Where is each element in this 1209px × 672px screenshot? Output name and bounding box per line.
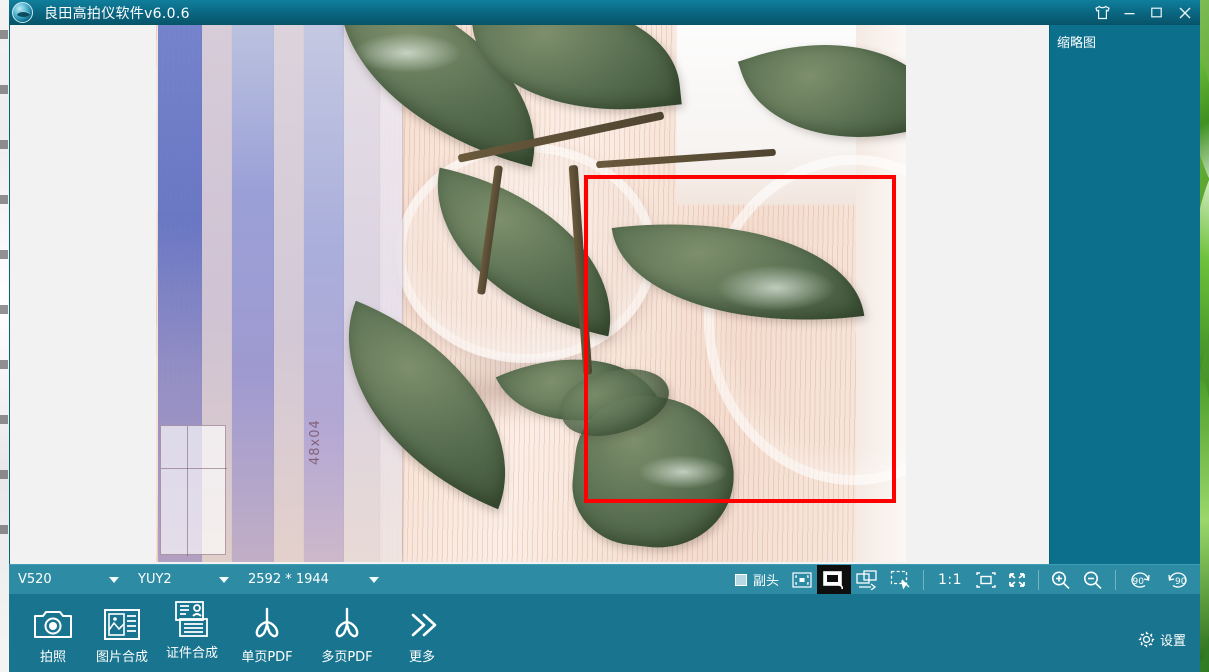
application-window: 良田高拍仪软件v6.0.6 48x04 缩略图 V520 YUY2 2592 *… [9, 0, 1200, 672]
plastic-strip [304, 25, 344, 562]
title-bar[interactable]: 良田高拍仪软件v6.0.6 [9, 0, 1200, 25]
camera-icon [33, 601, 73, 641]
desktop-icon[interactable] [0, 415, 8, 424]
window-controls [1089, 0, 1200, 25]
plastic-strip [380, 25, 402, 562]
desktop-icons[interactable] [0, 30, 9, 590]
format-select-value: YUY2 [138, 572, 172, 587]
image-merge-icon [103, 601, 141, 641]
device-select[interactable]: V520 [9, 565, 129, 595]
single-capture-icon[interactable] [816, 564, 851, 595]
desktop-icon[interactable] [0, 140, 8, 149]
paper-card [160, 425, 227, 556]
settings-button[interactable]: 设置 [1138, 630, 1186, 649]
gear-icon [1138, 631, 1155, 648]
skin-icon[interactable] [1089, 0, 1116, 25]
chevron-down-icon [369, 576, 379, 583]
ruler-label: 48x04 [308, 419, 323, 465]
thumbnail-panel[interactable]: 缩略图 [1049, 25, 1200, 564]
more-button-label: 更多 [408, 650, 435, 665]
zoom-in-icon[interactable] [1045, 565, 1077, 595]
leaf-highlight [352, 33, 462, 73]
close-icon[interactable] [1170, 0, 1200, 25]
actual-size-button[interactable]: 1:1 [930, 565, 970, 595]
scan-area-icon[interactable] [787, 565, 817, 595]
desktop-icon[interactable] [0, 525, 8, 534]
fullscreen-icon[interactable] [1002, 565, 1032, 595]
capture-button[interactable]: 拍照 [19, 597, 87, 669]
sub-head-checkbox[interactable]: 副头 [731, 570, 787, 589]
rotate-right-90-icon[interactable]: 90 [1160, 565, 1200, 595]
leaf-highlight [638, 455, 728, 489]
id-card-merge-button[interactable]: 证件合成 [157, 593, 227, 665]
id-card-merge-button-label: 证件合成 [165, 646, 218, 661]
status-tools: 副头 1:1 90 90 [731, 564, 1200, 595]
resolution-select-value: 2592 * 1944 [248, 572, 329, 587]
bottom-toolbar: 拍照 图片合成 证件合成 单页PDF 多页PDF 更多 设置 [9, 594, 1200, 672]
resolution-select[interactable]: 2592 * 1944 [239, 565, 389, 595]
minimize-icon[interactable] [1116, 0, 1143, 25]
chevron-double-right-icon [405, 601, 439, 641]
actual-size-label: 1:1 [937, 571, 962, 588]
toolbar-divider [1115, 569, 1116, 590]
chevron-down-icon [109, 576, 119, 583]
more-button[interactable]: 更多 [387, 597, 457, 669]
camera-live-image[interactable]: 48x04 [156, 25, 906, 562]
pdf-icon [248, 601, 286, 641]
image-merge-button[interactable]: 图片合成 [87, 597, 157, 669]
window-title: 良田高拍仪软件v6.0.6 [44, 5, 190, 22]
desktop-icon[interactable] [0, 195, 8, 204]
single-page-pdf-button[interactable]: 单页PDF [227, 597, 307, 669]
settings-button-label: 设置 [1159, 634, 1186, 649]
desktop-icon[interactable] [0, 85, 8, 94]
multi-capture-icon[interactable] [851, 565, 885, 595]
desktop-icon[interactable] [0, 360, 8, 369]
capture-button-label: 拍照 [39, 650, 66, 665]
svg-text:90: 90 [1133, 577, 1145, 587]
desktop-left-strip [0, 0, 9, 672]
sub-head-label: 副头 [752, 574, 779, 589]
chevron-down-icon [219, 576, 229, 583]
zoom-out-icon[interactable] [1077, 565, 1109, 595]
desktop-icon[interactable] [0, 305, 8, 314]
svg-text:90: 90 [1175, 577, 1187, 587]
desktop-icon[interactable] [0, 250, 8, 259]
crop-select-icon[interactable] [885, 565, 917, 595]
status-bar: V520 YUY2 2592 * 1944 副头 1:1 90 90 [9, 564, 1200, 595]
toolbar-divider [922, 569, 924, 590]
multi-page-pdf-button-label: 多页PDF [321, 650, 373, 665]
desktop-icon[interactable] [0, 470, 8, 479]
desktop-icon[interactable] [0, 30, 8, 39]
checkbox-box-icon [734, 573, 747, 586]
plastic-strip [274, 25, 304, 562]
format-select[interactable]: YUY2 [129, 565, 239, 595]
plastic-strip [232, 25, 274, 562]
toolbar-divider [1038, 569, 1039, 590]
rotate-left-90-icon[interactable]: 90 [1122, 565, 1160, 595]
maximize-icon[interactable] [1143, 0, 1170, 25]
device-select-value: V520 [18, 572, 52, 587]
thumbnail-panel-title: 缩略图 [1057, 36, 1097, 51]
image-merge-button-label: 图片合成 [95, 650, 148, 665]
window-body: 48x04 缩略图 [9, 25, 1200, 564]
pdf-icon [328, 601, 366, 641]
fit-window-icon[interactable] [970, 565, 1002, 595]
app-logo-icon [12, 2, 33, 23]
multi-page-pdf-button[interactable]: 多页PDF [307, 597, 387, 669]
id-card-icon [174, 597, 210, 637]
preview-area[interactable]: 48x04 [9, 25, 1049, 564]
plastic-strip [344, 25, 380, 562]
single-page-pdf-button-label: 单页PDF [241, 650, 293, 665]
leaf-highlight [716, 265, 836, 311]
